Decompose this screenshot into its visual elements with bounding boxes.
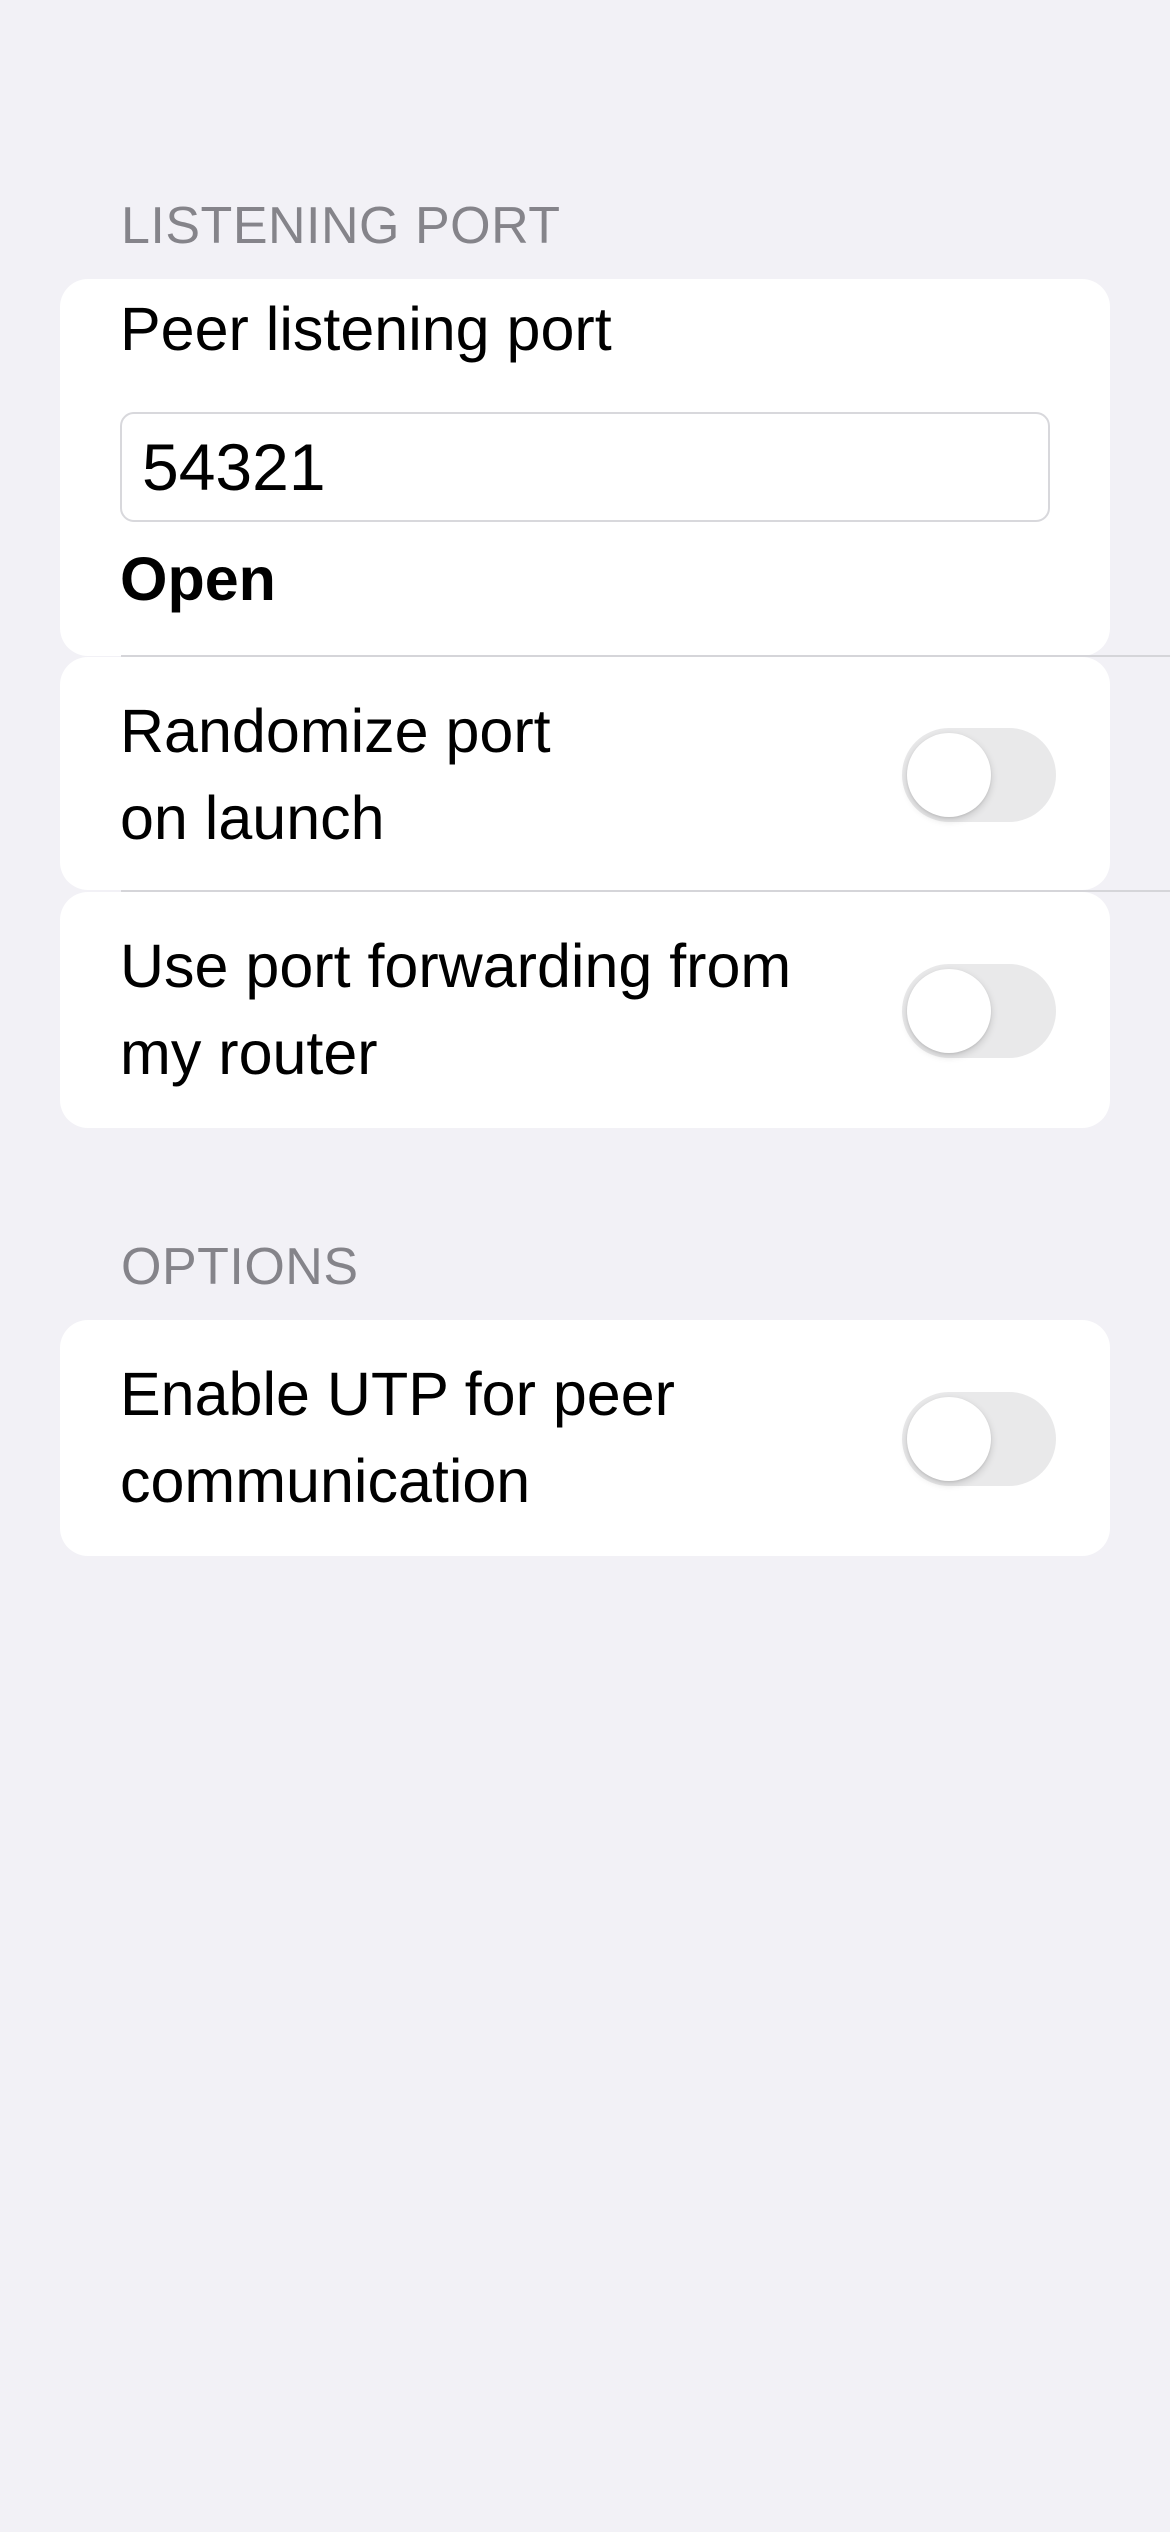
utp-row: Enable UTP for peer communication: [60, 1320, 1110, 1556]
port-forwarding-row: Use port forwarding from my router: [60, 892, 1110, 1128]
randomize-port-row: Randomize port on launch: [60, 657, 1110, 890]
randomize-port-label-line2: on launch: [120, 784, 385, 852]
peer-port-card: Peer listening port Open: [60, 279, 1110, 656]
port-status-text: Open: [120, 545, 276, 613]
utp-toggle[interactable]: [902, 1392, 1056, 1486]
peer-port-input[interactable]: [120, 412, 1050, 522]
randomize-port-label-line1: Randomize port: [120, 697, 551, 765]
toggle-knob: [907, 733, 991, 817]
port-forwarding-toggle[interactable]: [902, 964, 1056, 1058]
utp-label-line2: communication: [120, 1447, 531, 1515]
port-forwarding-label: Use port forwarding from my router: [120, 923, 791, 1097]
randomize-port-toggle[interactable]: [902, 728, 1056, 822]
toggle-knob: [907, 1397, 991, 1481]
options-section-header: OPTIONS: [121, 1238, 359, 1296]
peer-port-label: Peer listening port: [120, 295, 612, 363]
utp-label: Enable UTP for peer communication: [120, 1351, 675, 1525]
port-forwarding-label-line2: my router: [120, 1019, 378, 1087]
toggle-knob: [907, 969, 991, 1053]
listening-port-section-header: LISTENING PORT: [121, 197, 561, 255]
randomize-port-label: Randomize port on launch: [120, 688, 551, 862]
port-forwarding-label-line1: Use port forwarding from: [120, 932, 792, 1000]
utp-label-line1: Enable UTP for peer: [120, 1360, 675, 1428]
